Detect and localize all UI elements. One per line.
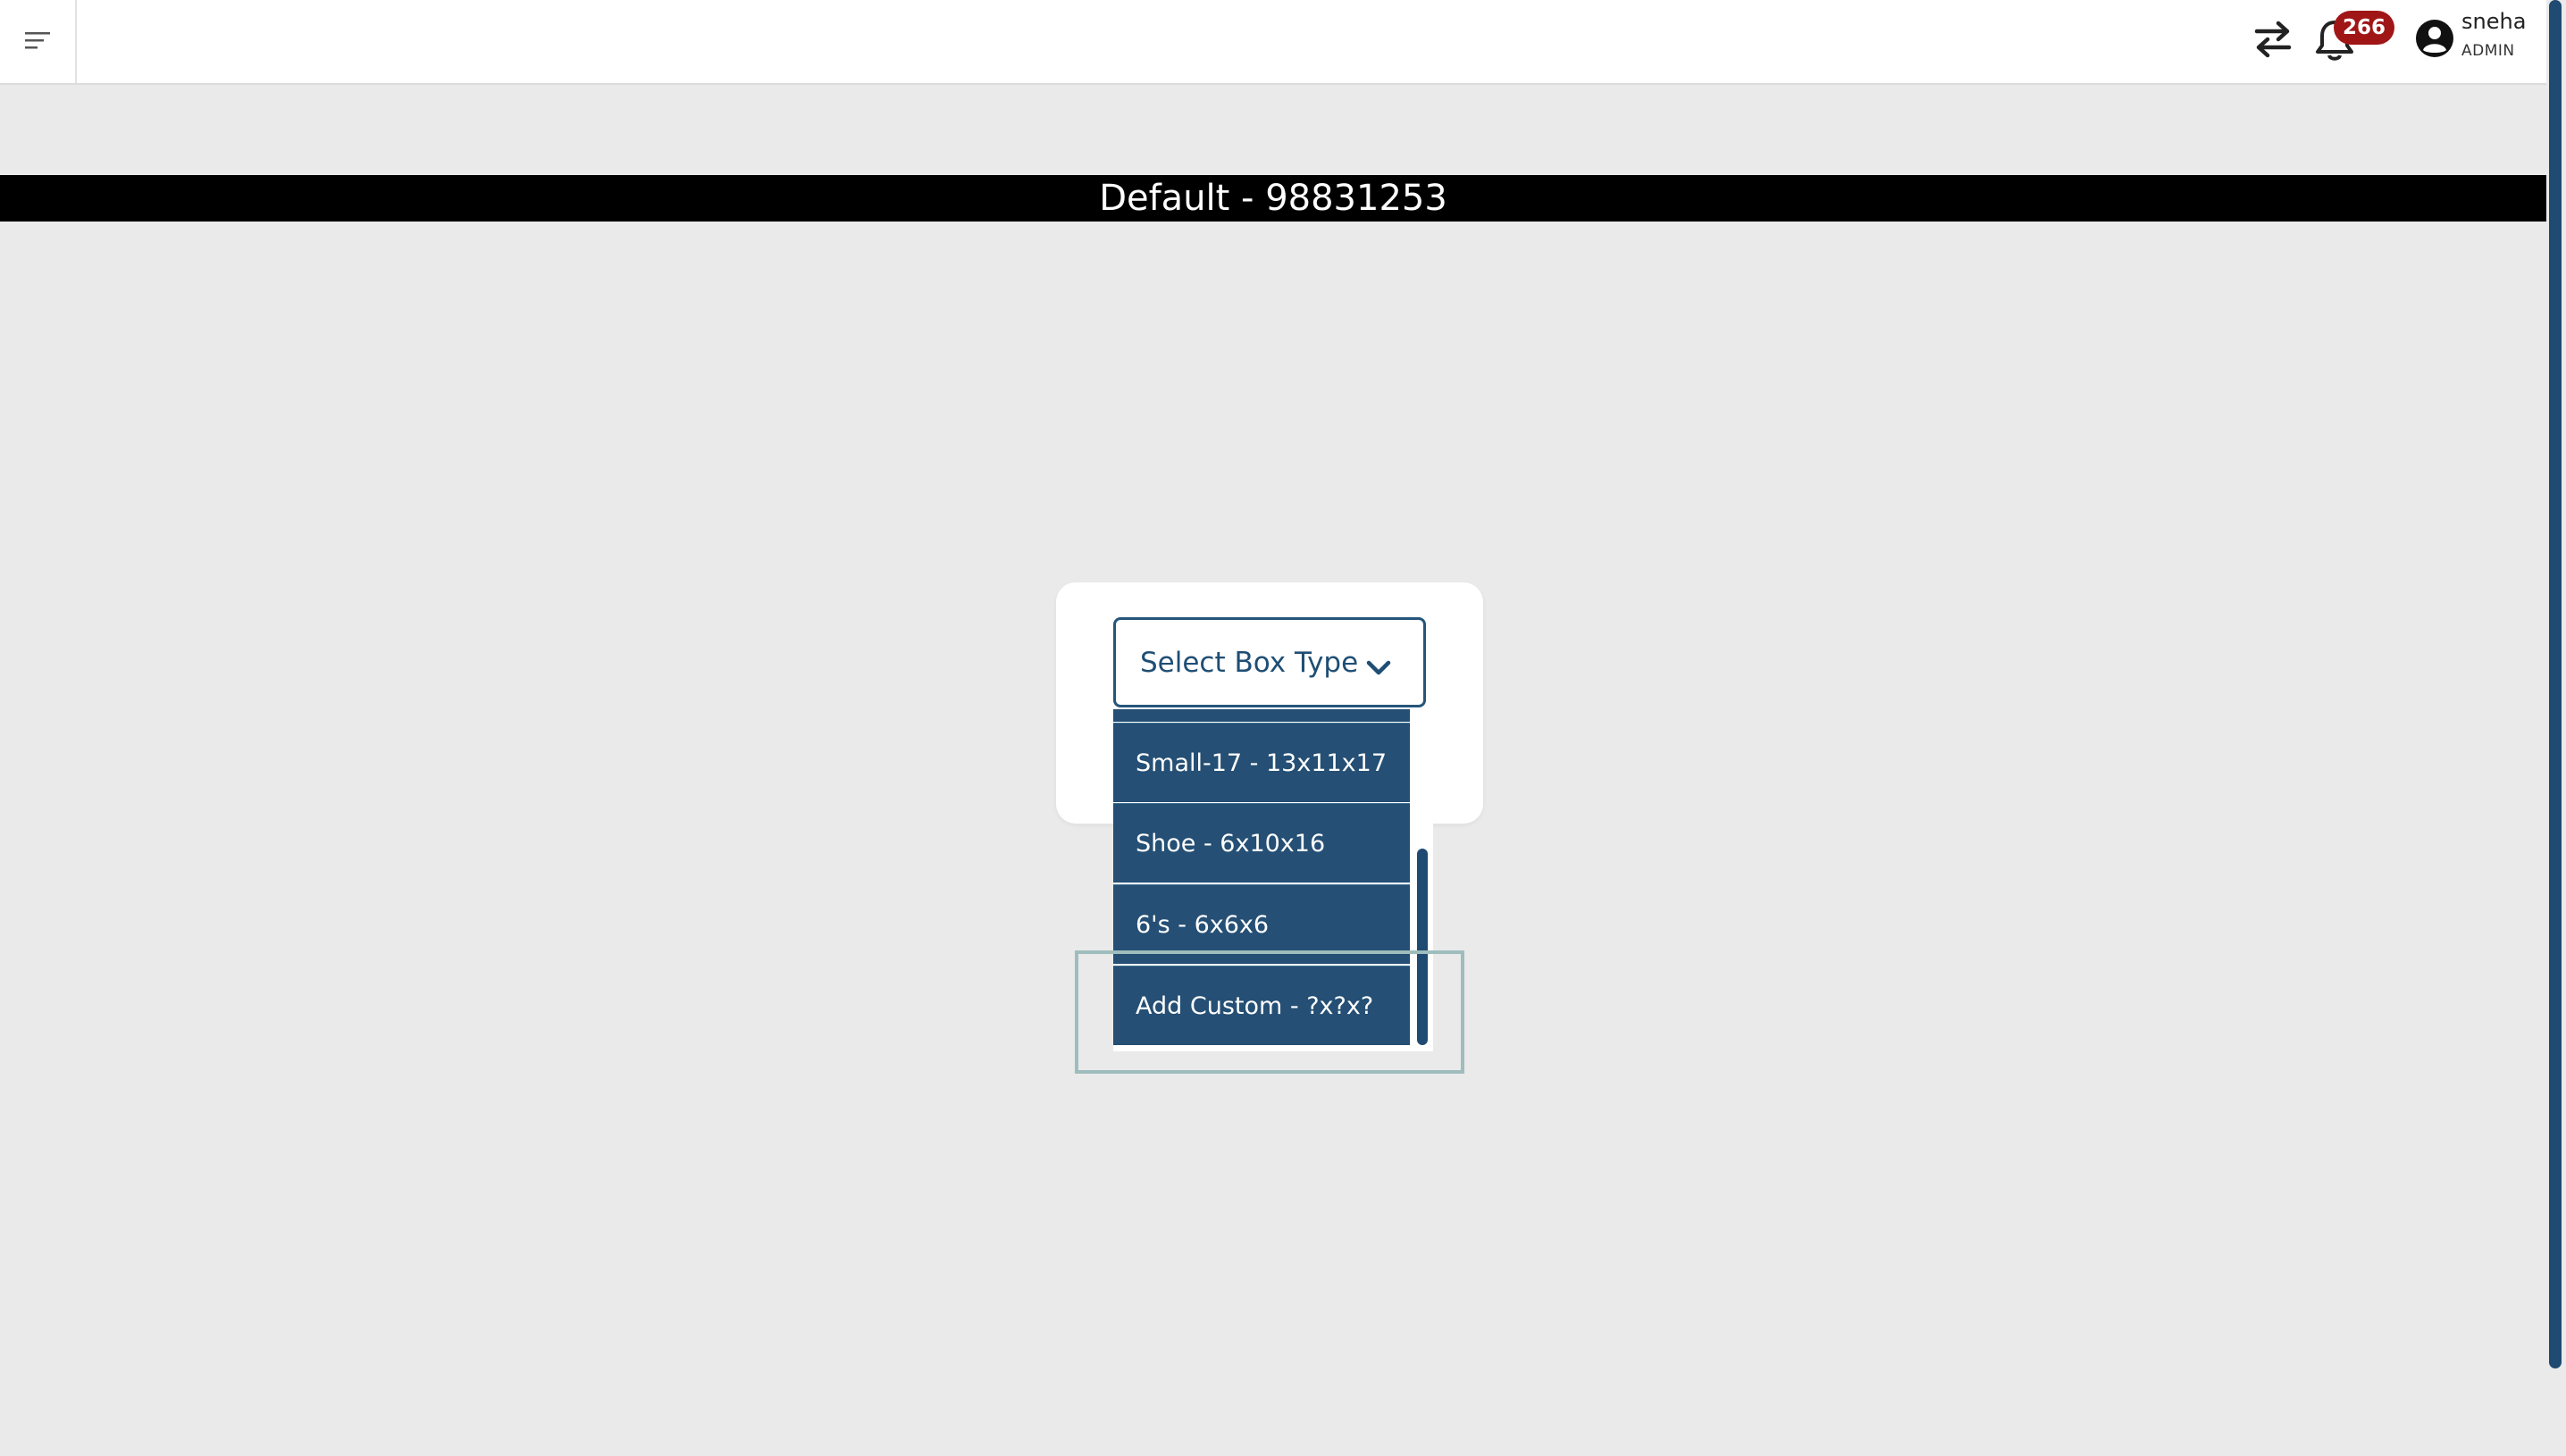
box-type-select[interactable]: Select Box Type <box>1113 617 1426 707</box>
dropdown-option-label: Shoe - 6x10x16 <box>1136 829 1326 858</box>
dropdown-option-label: 6's - 6x6x6 <box>1136 910 1270 939</box>
dropdown-option-add-custom[interactable]: Add Custom - ?x?x? <box>1113 966 1410 1045</box>
page-scrollbar-thumb[interactable] <box>2549 0 2562 1368</box>
user-avatar-icon[interactable] <box>2414 18 2455 63</box>
user-name[interactable]: sneha <box>2461 9 2526 34</box>
dropdown-option-small-17[interactable]: Small-17 - 13x11x17 <box>1113 723 1410 802</box>
dropdown-option-label: Add Custom - ?x?x? <box>1136 992 1374 1020</box>
dropdown-option-partial[interactable] <box>1113 709 1410 722</box>
user-role: ADMIN <box>2461 42 2515 60</box>
page-title: Default - 98831253 <box>0 175 2546 222</box>
notification-count-badge[interactable]: 266 <box>2334 11 2394 45</box>
menu-toggle-button[interactable] <box>0 0 77 83</box>
chevron-down-icon <box>1365 652 1392 684</box>
switch-icon[interactable] <box>2252 16 2294 66</box>
box-type-select-label: Select Box Type <box>1140 646 1359 679</box>
dropdown-option-shoe[interactable]: Shoe - 6x10x16 <box>1113 803 1410 883</box>
top-bar <box>0 0 2546 85</box>
dropdown-scrollbar-thumb[interactable] <box>1417 849 1428 1045</box>
page-title-text: Default - 98831253 <box>1099 178 1447 219</box>
dropdown-option-6s[interactable]: 6's - 6x6x6 <box>1113 884 1410 964</box>
box-type-dropdown: Small-17 - 13x11x17 Shoe - 6x10x16 6's -… <box>1113 709 1433 1051</box>
menu-icon <box>23 29 52 54</box>
dropdown-option-label: Small-17 - 13x11x17 <box>1136 749 1388 777</box>
